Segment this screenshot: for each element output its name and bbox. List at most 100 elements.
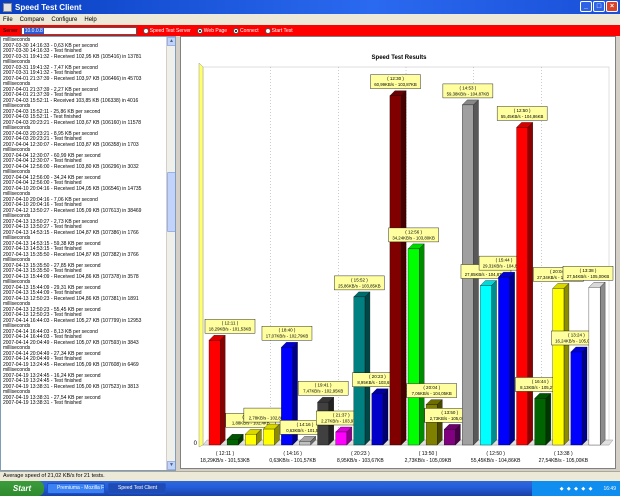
data-label-time: ( 13:50 ) [441,410,458,415]
y-tick-label: 0 [194,441,198,447]
data-label-time: ( 12:11 ) [222,321,239,326]
server-label: Server [3,27,18,34]
bar-side [364,291,371,446]
bar-side [400,90,407,446]
data-label-time: ( 16:44 ) [532,379,549,384]
close-button[interactable]: × [606,1,618,12]
data-label-value: 7,06KB/s - 104,05KB [412,391,452,396]
option-connect[interactable]: Connect [233,27,259,34]
bar-side [419,243,425,446]
x-axis-label: 2,73KB/s - 105,09KB [405,458,452,464]
menu-file[interactable]: File [3,17,13,23]
data-label-time: ( 20:04 ) [423,385,440,390]
x-axis-label: 18,29KB/s - 101,53KB [200,458,250,464]
data-label-value: 18,29KB/s - 101,53KB [209,327,252,332]
menu-configure[interactable]: Configure [51,17,77,23]
data-label-time: ( 20:23 ) [369,374,386,379]
bar [480,285,492,446]
bar [353,296,366,446]
option-label: Web Page [203,27,228,34]
minimize-button[interactable]: _ [580,1,592,12]
x-axis-label: ( 13:50 ) [419,451,438,457]
bar [263,428,275,446]
data-label-time: ( 18:40 ) [279,328,296,333]
x-axis-label: 55,45KB/s - 104,86KB [471,458,521,464]
option-start-test[interactable]: Start Test [264,27,293,34]
tray-icons: ◆ ◆ ◆ ◆ ◆ [559,485,594,492]
bar [407,248,420,446]
bar [208,340,221,446]
bar [444,429,456,446]
option-label: Speed Test Server [149,27,191,34]
data-label-time: ( 14:53 ) [459,85,476,90]
window-title: Speed Test Client [15,2,82,12]
bar [245,434,257,446]
data-label-value: 7,47KB/s - 102,95KB [303,389,343,394]
x-axis-label: ( 13:38 ) [554,451,573,457]
menu-help[interactable]: Help [84,17,96,23]
maximize-button[interactable]: □ [593,1,605,12]
bar [534,398,547,446]
data-label-time: ( 21:37 ) [333,412,350,417]
data-label-time: ( 15:52 ) [351,277,368,282]
bar-side [220,334,226,446]
data-label-value: 27,54KB/s - 105,00KB [567,274,610,279]
bar-side [509,271,515,446]
bar-side [527,122,533,446]
x-axis-label: 27,54KB/s - 105,00KB [539,458,589,464]
toolbar: Server 10.0.0.8 Speed Test Server Web Pa… [0,25,620,36]
data-label-value: 25,86KB/s - 103,85KB [338,283,381,288]
option-speed-test-server[interactable]: Speed Test Server [142,27,191,34]
bar [226,439,239,446]
server-input-value: 10.0.0.8 [23,27,44,34]
radio-selected-icon [233,27,240,34]
bar [570,351,583,446]
option-web-page[interactable]: Web Page [196,27,228,34]
menu-compare[interactable]: Compare [20,17,45,23]
data-label-time: ( 15:44 ) [496,258,513,263]
bar-side [382,388,389,446]
data-label-time: ( 12:56 ) [405,229,422,234]
y-axis-wall [198,62,204,448]
menu-bar: File Compare Configure Help [0,14,620,25]
data-label-value: 60,99KB/s - 103,87KB [374,82,417,87]
bar-side [545,393,552,446]
x-axis-label: ( 14:16 ) [283,451,302,457]
data-label-value: 34,24KB/s - 103,80KB [392,235,435,240]
data-label-time: ( 12:30 ) [387,76,404,81]
bar [516,127,528,446]
window-titlebar: Speed Test Client _ □ × [0,0,620,14]
bar [371,393,384,446]
bar-chart: 0( 12:11 )18,29KB/s - 101,53KB( 12:50 )1… [194,62,614,464]
log-line: 2007-04-19 13:38:31 - Test finished [3,400,82,406]
data-label-time: ( 19:41 ) [315,383,332,388]
radio-icon [142,27,149,34]
taskbar-item-firefox[interactable]: Premiuma - Mozilla Fire... [47,483,105,494]
option-label: Start Test [271,27,293,34]
chart-area: Speed Test Results 0( 12:11 ) 18,29KB/s -… [180,36,616,469]
bar [498,276,510,446]
start-button[interactable]: Start [0,481,44,496]
option-label: Connect [240,27,259,34]
taskbar-item-speed-test[interactable]: Speed Test Client [108,483,166,494]
data-label-value: 17,07KB/s - 102,79KB [266,334,309,339]
x-axis-label: 8,95KB/s - 103,67KB [337,458,384,464]
scroll-up-icon[interactable]: ▲ [167,37,175,46]
server-input[interactable]: 10.0.0.8 [20,26,137,35]
status-bar: Average speed of 21,02 KB/s for 21 tests… [0,471,620,481]
bar-side [599,281,606,446]
bar [588,287,601,446]
data-label-time: ( 14:16 ) [297,422,314,427]
bar-side [491,280,497,446]
log-scrollbar[interactable]: ▲ ▼ [166,37,175,470]
log-text: milliseconds 2007-03-30 14:16:33 - 0,63 K… [3,37,167,407]
radio-selected-icon [196,27,203,34]
scroll-down-icon[interactable]: ▼ [167,461,175,470]
data-label-time: ( 13:24 ) [568,332,585,337]
bar-side [581,346,588,446]
data-label-value: 55,45KB/s - 104,86KB [501,114,544,119]
scroll-thumb[interactable] [167,172,175,232]
radio-icon [264,27,271,34]
data-label-time: ( 13:38 ) [580,268,597,273]
log-panel[interactable]: milliseconds 2007-03-30 14:16:33 - 0,63 K… [0,36,176,471]
